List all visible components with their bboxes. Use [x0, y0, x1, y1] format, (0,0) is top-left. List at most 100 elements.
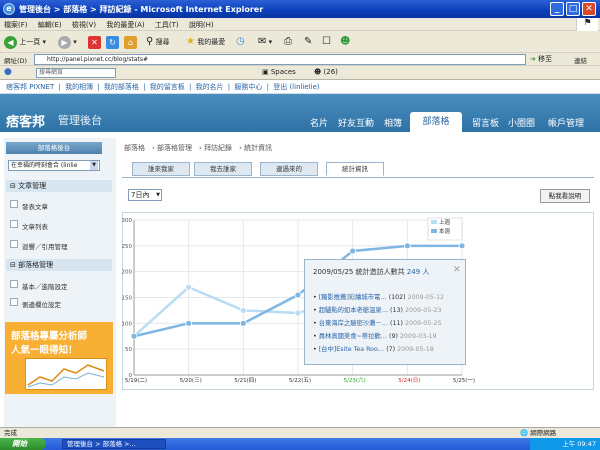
site-header: 痞客邦 管理後台 名片 好友互動 相簿 部落格 留言板 小圈圈 帳戶管理	[0, 94, 600, 132]
menu-tools[interactable]: 工具(T)	[151, 18, 183, 30]
nav-card[interactable]: 名片	[310, 116, 328, 129]
sidebar-item-article-list[interactable]: 文章列表	[22, 221, 48, 231]
refresh-icon: ↻	[106, 35, 119, 49]
edit-button[interactable]: ✎	[304, 34, 312, 50]
back-button[interactable]: ◀ 上一頁 ▾	[4, 34, 46, 50]
popup-row[interactable]: • [獨影推薦]彩繪城市電… (102) 2009-05-12	[313, 292, 444, 301]
toolbar-search-input[interactable]: 搜尋網頁	[36, 68, 116, 78]
logout-link[interactable]: 登出 (linlielie)	[273, 83, 319, 91]
site-link[interactable]: 我的留言板	[150, 83, 185, 91]
separator: |	[97, 83, 100, 91]
stop-icon: ✕	[88, 35, 101, 49]
home-button[interactable]: ⌂	[124, 34, 137, 50]
go-button[interactable]: ➜ 移至	[530, 54, 552, 64]
menu-file[interactable]: 檔案(F)	[0, 18, 32, 30]
menu-help[interactable]: 說明(H)	[185, 18, 218, 30]
mail-button[interactable]: ✉ ▾	[258, 34, 272, 50]
discuss-icon: ☐	[322, 36, 331, 47]
tab-where-i-visited[interactable]: 我去誰家	[194, 162, 252, 176]
popup-row[interactable]: • 台東海岸之驗密沙灘－… (11) 2009-05-25	[313, 318, 442, 327]
sidebar-item-comments[interactable]: 迴響／引用管理	[22, 241, 68, 251]
popup-row[interactable]: • 超驢點的如本老爺溫泉… (13) 2009-05-23	[313, 305, 442, 314]
series-point-0	[185, 283, 193, 291]
separator: |	[143, 83, 146, 91]
spaces-button[interactable]: ▣ Spaces	[262, 68, 296, 76]
maximize-button[interactable]: □	[566, 2, 580, 16]
print-button[interactable]: ⎙	[284, 34, 292, 50]
address-input[interactable]: http://panel.pixnet.cc/blog/stats#	[34, 54, 526, 65]
range-select[interactable]: 7日內 ▼	[128, 189, 162, 201]
print-icon: ⎙	[284, 36, 292, 47]
refresh-button[interactable]: ↻	[106, 34, 119, 50]
toolbar: ◀ 上一頁 ▾ ▶ ▾ ✕ ↻ ⌂ ⚲ 搜尋 ★ 我的最愛 ◷ ✉ ▾ ⎙ ✎ …	[0, 31, 600, 53]
search-button[interactable]: ⚲ 搜尋	[146, 34, 170, 50]
tab-referrers[interactable]: 連過來的	[260, 162, 318, 176]
history-button[interactable]: ◷	[236, 34, 245, 50]
discuss-button[interactable]: ☐	[322, 34, 331, 50]
messenger-button[interactable]: ☻	[340, 34, 350, 50]
status-zone: 🌐 網際網路	[520, 429, 557, 437]
breadcrumb-item[interactable]: 部落格	[124, 144, 145, 152]
series-point-1	[294, 291, 302, 299]
breadcrumb-item[interactable]: 部落格管理	[157, 144, 192, 152]
forward-button[interactable]: ▶ ▾	[58, 34, 77, 50]
sidebar-title: 部落格後台	[6, 142, 102, 154]
site-link[interactable]: 服務中心	[234, 83, 262, 91]
nav-guestbook[interactable]: 留言板	[472, 116, 499, 129]
popup-close-icon[interactable]: ✕	[453, 265, 461, 275]
sidebar-item-sidebar-settings[interactable]: 側邊欄位設定	[22, 299, 61, 309]
sidebar-item-settings[interactable]: 基本／進階設定	[22, 281, 68, 291]
sidebar-item-compose[interactable]: 發表文章	[22, 201, 48, 211]
blog-select[interactable]: 在幸福的時刻會合 (linlie ▼	[8, 160, 100, 171]
minimize-button[interactable]: _	[550, 2, 564, 16]
series-point-0	[239, 307, 247, 314]
taskbar-ie-window[interactable]: 管理後台 > 部落格 >...	[62, 439, 166, 449]
legend-swatch	[431, 220, 437, 224]
series-point-1	[130, 332, 138, 340]
section-article-management[interactable]: ⊟ 文章管理	[6, 180, 112, 192]
help-button[interactable]: 點我看說明	[540, 189, 590, 203]
favorites-button[interactable]: ★ 我的最愛	[186, 34, 225, 50]
breadcrumb-current: 統計資訊	[244, 144, 273, 152]
series-point-0	[294, 309, 302, 317]
start-button[interactable]: 開始	[0, 438, 46, 450]
menu-view[interactable]: 檢視(V)	[68, 18, 100, 30]
nav-album[interactable]: 相簿	[384, 116, 402, 129]
section-blog-management[interactable]: ⊟ 部落格管理	[6, 259, 112, 271]
menu-edit[interactable]: 編輯(E)	[34, 18, 66, 30]
window-title: 管理後台 > 部落格 > 拜訪紀錄 - Microsoft Internet E…	[19, 5, 264, 14]
admin-title: 管理後台	[58, 114, 102, 127]
toolbar-logo-icon: ●	[4, 67, 12, 77]
tab-statistics[interactable]: 統計資訊	[326, 162, 384, 176]
separator: |	[227, 83, 231, 91]
site-logo[interactable]: 痞客邦	[6, 111, 45, 130]
links-label[interactable]: 連結	[574, 55, 587, 65]
stop-button[interactable]: ✕	[88, 34, 101, 50]
window-title-bar: e 管理後台 > 部落格 > 拜訪紀錄 - Microsoft Internet…	[0, 0, 600, 18]
nav-blog-active[interactable]: 部落格	[410, 112, 462, 132]
y-tick-label: 200	[122, 270, 133, 276]
site-link[interactable]: 我的部落格	[104, 83, 139, 91]
nav-circle[interactable]: 小圈圈	[508, 116, 535, 129]
menu-favorites[interactable]: 我的最愛(A)	[102, 18, 148, 30]
tab-who-visited-me[interactable]: 誰來我家	[132, 162, 190, 176]
status-left: 完成	[4, 429, 17, 437]
messenger-count[interactable]: ☻ (26)	[314, 68, 338, 76]
popup-row[interactable]: • [台中]Esite Tea Roo… (7) 2009-05-18	[313, 344, 434, 353]
site-link[interactable]: 我的相簿	[65, 83, 93, 91]
nav-account[interactable]: 帳戶管理	[548, 116, 584, 129]
promo-banner[interactable]: 部落格專屬分析師 人氣一眼得知！	[5, 322, 113, 394]
series-point-1	[458, 242, 466, 250]
y-tick-label: 150	[122, 296, 133, 302]
breadcrumb-item[interactable]: 拜訪紀錄	[204, 144, 232, 152]
site-link[interactable]: 我的名片	[196, 83, 224, 91]
x-tick-label: 5/19(二)	[125, 378, 147, 384]
nav-friends[interactable]: 好友互動	[338, 116, 374, 129]
site-link[interactable]: 痞客邦 PIXNET	[6, 83, 54, 91]
system-tray: 上午 09:47	[530, 438, 600, 450]
x-tick-label: 5/20(三)	[180, 377, 202, 384]
promo-chart-graphic	[27, 364, 105, 388]
popup-row[interactable]: • 員林真國美食~蒂拉歡… (9) 2009-03-19	[313, 331, 437, 340]
close-button[interactable]: ✕	[582, 2, 596, 16]
series-point-1	[403, 242, 411, 250]
